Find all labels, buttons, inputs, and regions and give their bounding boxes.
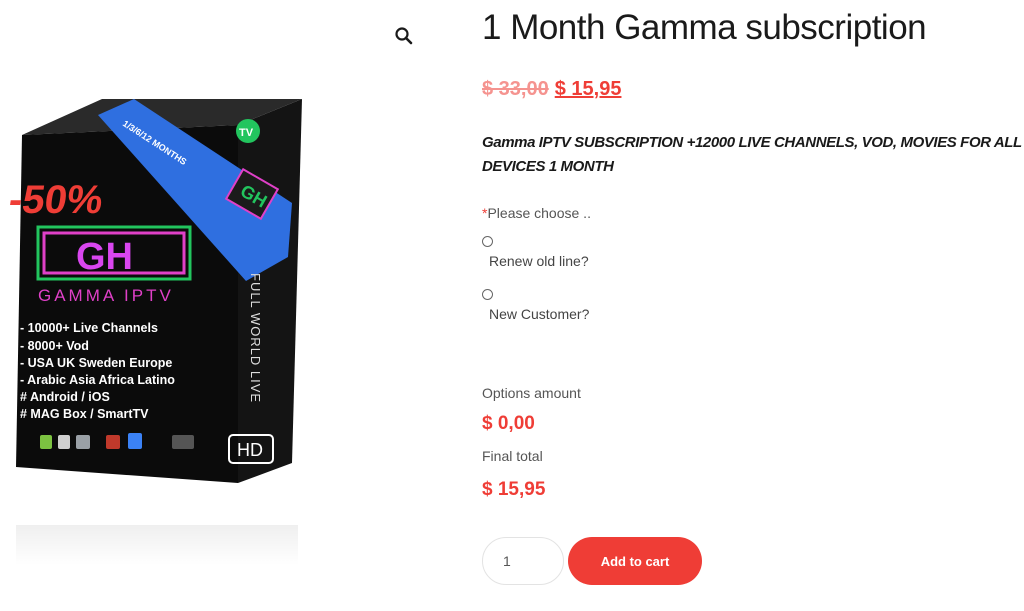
apple-icon xyxy=(58,435,70,449)
feature-line: # MAG Box / SmartTV xyxy=(20,407,149,421)
radio-label-renew[interactable]: Renew old line? xyxy=(489,253,589,269)
box-side xyxy=(238,99,302,483)
quantity-input[interactable]: 1 xyxy=(482,537,564,585)
box-reflection xyxy=(16,525,298,565)
add-to-cart-button[interactable]: Add to cart xyxy=(568,537,702,585)
product-title: 1 Month Gamma subscription xyxy=(482,8,927,47)
mag-box-icon xyxy=(76,435,90,449)
old-price: $ 33,00 xyxy=(482,78,549,100)
final-total-value: $ 15,95 xyxy=(482,479,546,500)
feature-line: - Arabic Asia Africa Latino xyxy=(20,373,175,387)
brand-text: GAMMA IPTV xyxy=(38,286,174,305)
radio-renew-old-line[interactable] xyxy=(482,236,493,247)
enigma-icon xyxy=(172,435,194,449)
product-gallery: 1/3/6/12 MONTHS GH TV -50% GH GAMMA IPTV… xyxy=(0,0,440,611)
price: $ 33,00 $ 15,95 xyxy=(482,78,621,101)
hd-badge-text: HD xyxy=(237,440,263,460)
radio-new-customer[interactable] xyxy=(482,289,493,300)
kodi-icon xyxy=(128,433,142,449)
product-image[interactable]: 1/3/6/12 MONTHS GH TV -50% GH GAMMA IPTV… xyxy=(10,95,310,565)
sale-price: $ 15,95 xyxy=(554,78,622,100)
product-description: Gamma IPTV SUBSCRIPTION +12000 LIVE CHAN… xyxy=(482,134,1022,175)
zoom-icon[interactable] xyxy=(394,26,414,46)
feature-line: - USA UK Sweden Europe xyxy=(20,356,172,370)
feature-line: - 8000+ Vod xyxy=(20,339,89,353)
discount-text: -50% xyxy=(10,177,106,222)
gh-logo-letters: GH xyxy=(76,236,133,278)
options-prompt: *Please choose .. xyxy=(482,205,591,221)
android-icon xyxy=(40,435,52,449)
options-prompt-text: Please choose .. xyxy=(487,205,591,221)
radio-label-new-customer[interactable]: New Customer? xyxy=(489,306,589,322)
final-total-label: Final total xyxy=(482,448,543,464)
options-amount-label: Options amount xyxy=(482,385,581,401)
product-summary: 1 Month Gamma subscription $ 33,00 $ 15,9… xyxy=(482,0,1024,611)
feature-line: # Android / iOS xyxy=(20,390,110,404)
tv-badge-text: TV xyxy=(239,127,254,139)
options-amount-value: $ 0,00 xyxy=(482,413,535,434)
side-text: FULL WORLD LIVE xyxy=(248,273,263,403)
iptv-icon xyxy=(106,435,120,449)
feature-line: - 10000+ Live Channels xyxy=(20,321,158,335)
